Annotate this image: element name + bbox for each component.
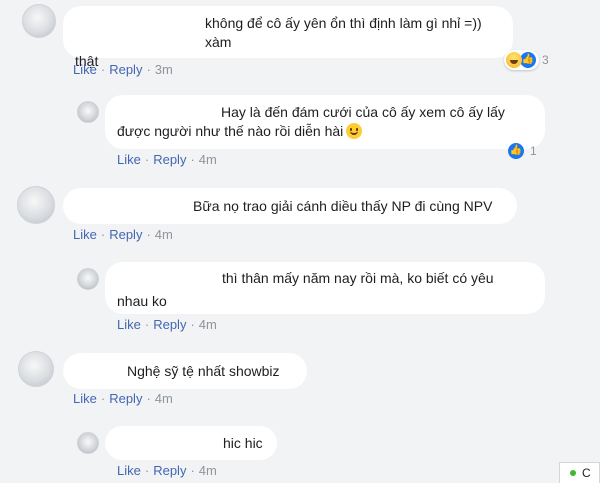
separator: · bbox=[100, 62, 106, 77]
comment-actions: Like · Reply · 4m bbox=[73, 391, 173, 406]
comment-text: Hay là đến đám cưới của cô ấy xem cô ấy … bbox=[221, 104, 505, 120]
comment-actions: Like · Reply · 3m bbox=[73, 62, 173, 77]
comment-actions: Like · Reply · 4m bbox=[117, 152, 217, 167]
commenter-avatar[interactable] bbox=[22, 4, 56, 38]
commenter-avatar[interactable] bbox=[77, 101, 99, 123]
comment-text: nhau ko bbox=[117, 293, 167, 309]
reaction-count: 3 bbox=[542, 53, 549, 67]
reply-link[interactable]: Reply bbox=[109, 227, 142, 242]
comment-bubble: thì thân mấy năm nay rồi mà, ko biết có … bbox=[105, 262, 545, 314]
reaction-summary[interactable]: 👍 1 bbox=[508, 141, 537, 161]
separator: · bbox=[190, 463, 195, 478]
comment-time[interactable]: 4m bbox=[199, 152, 217, 167]
comment-bubble: không để cô ấy yên ổn thì định làm gì nh… bbox=[63, 6, 513, 69]
comment-text: thì thân mấy năm nay rồi mà, ko biết có … bbox=[222, 270, 494, 286]
like-link[interactable]: Like bbox=[117, 317, 141, 332]
haha-icon bbox=[506, 52, 522, 68]
like-icon: 👍 bbox=[508, 143, 524, 159]
comment-bubble: Nghệ sỹ tệ nhất showbiz bbox=[63, 353, 307, 389]
commenter-avatar[interactable] bbox=[17, 186, 55, 224]
like-link[interactable]: Like bbox=[73, 391, 97, 406]
comment-actions: Like · Reply · 4m bbox=[117, 317, 217, 332]
comment-time[interactable]: 4m bbox=[199, 463, 217, 478]
comment-text: Bữa nọ trao giải cánh diều thấy NP đi cù… bbox=[193, 198, 493, 214]
like-link[interactable]: Like bbox=[117, 152, 141, 167]
like-link[interactable]: Like bbox=[117, 463, 141, 478]
comment-bubble: Bữa nọ trao giải cánh diều thấy NP đi cù… bbox=[63, 188, 517, 224]
separator: · bbox=[100, 391, 106, 406]
reply-link[interactable]: Reply bbox=[109, 391, 142, 406]
like-link[interactable]: Like bbox=[73, 62, 97, 77]
comment-text: Nghệ sỹ tệ nhất showbiz bbox=[127, 363, 280, 379]
smile-emoji-icon bbox=[346, 123, 363, 139]
comment-time[interactable]: 4m bbox=[155, 391, 173, 406]
separator: · bbox=[144, 152, 150, 167]
separator: · bbox=[190, 152, 195, 167]
separator: · bbox=[144, 463, 150, 478]
reply-link[interactable]: Reply bbox=[153, 463, 186, 478]
comment-actions: Like · Reply · 4m bbox=[117, 463, 217, 478]
commenter-avatar[interactable] bbox=[18, 351, 54, 387]
separator: · bbox=[146, 391, 151, 406]
like-link[interactable]: Like bbox=[73, 227, 97, 242]
reply-link[interactable]: Reply bbox=[153, 317, 186, 332]
separator: · bbox=[190, 317, 195, 332]
commenter-avatar[interactable] bbox=[77, 432, 99, 454]
commenter-avatar[interactable] bbox=[77, 268, 99, 290]
comment-time[interactable]: 3m bbox=[155, 62, 173, 77]
chat-tab[interactable]: C bbox=[559, 462, 600, 483]
comment-text: hic hic bbox=[223, 435, 263, 451]
comment-time[interactable]: 4m bbox=[199, 317, 217, 332]
comment-text: được người như thế nào rồi diễn hài bbox=[117, 123, 344, 139]
comment-text: không để cô ấy yên ổn thì định làm gì nh… bbox=[205, 15, 482, 50]
comment-bubble: hic hic bbox=[105, 426, 277, 460]
separator: · bbox=[144, 317, 150, 332]
reaction-summary[interactable]: 👍 3 bbox=[504, 50, 549, 70]
comment-time[interactable]: 4m bbox=[155, 227, 173, 242]
chat-label: C bbox=[582, 466, 591, 480]
separator: · bbox=[100, 227, 106, 242]
comment-bubble: Hay là đến đám cưới của cô ấy xem cô ấy … bbox=[105, 95, 545, 149]
reply-link[interactable]: Reply bbox=[153, 152, 186, 167]
comment-actions: Like · Reply · 4m bbox=[73, 227, 173, 242]
separator: · bbox=[146, 227, 151, 242]
online-status-icon bbox=[570, 470, 576, 476]
separator: · bbox=[146, 62, 151, 77]
reply-link[interactable]: Reply bbox=[109, 62, 142, 77]
reaction-count: 1 bbox=[530, 144, 537, 158]
